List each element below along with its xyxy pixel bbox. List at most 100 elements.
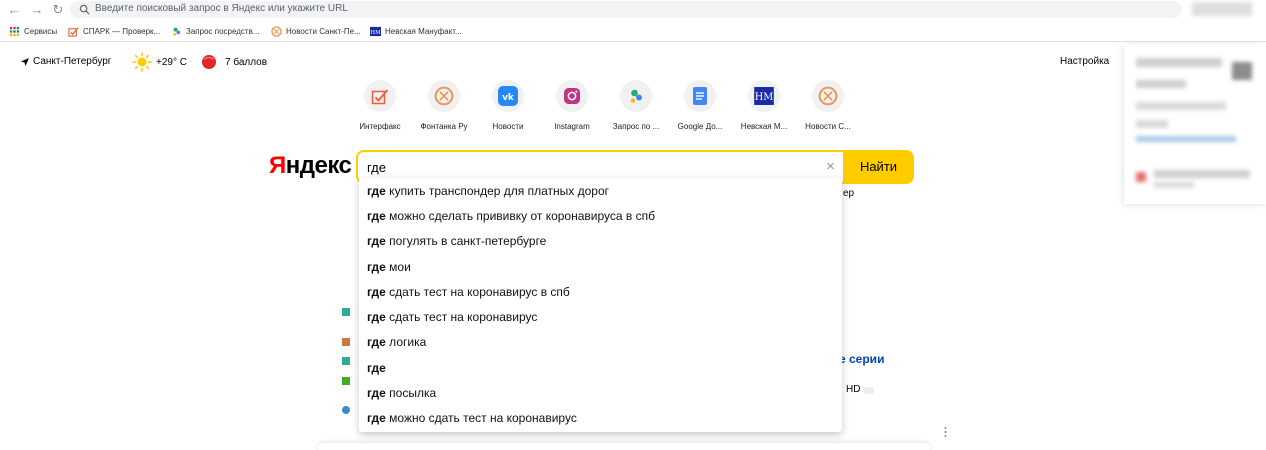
news-source-icon <box>342 308 350 316</box>
address-bar[interactable]: Введите поисковый запрос в Яндекс или ук… <box>70 1 1182 18</box>
traffic-score: 7 баллов <box>225 56 268 68</box>
yandex-logo[interactable]: Яндекс <box>269 152 352 180</box>
tile-label: Instagram <box>554 122 590 131</box>
tile-label: Новости С... <box>805 122 851 131</box>
address-bar-placeholder: Введите поисковый запрос в Яндекс или ук… <box>95 3 348 14</box>
suggestion-item[interactable]: где можно сделать прививку от коронавиру… <box>367 209 655 223</box>
tile-request[interactable]: Запрос по ... <box>604 80 668 131</box>
search-query: где <box>367 160 386 175</box>
fontanka-icon <box>818 86 838 106</box>
tile-label: Запрос по ... <box>612 122 660 131</box>
blurred-content <box>1136 120 1168 128</box>
bookmark-nevskaya[interactable]: НМ Невская Мануфакт... <box>370 24 462 38</box>
logo-first-letter: Я <box>269 152 286 179</box>
suggestion-item[interactable]: где мои <box>367 260 411 274</box>
bookmark-label: Новости Санкт-Пе... <box>286 26 361 36</box>
bookmark-request[interactable]: Запрос посредств... <box>171 24 260 38</box>
background-tv-fragment: HD <box>846 384 861 395</box>
svg-text:vk: vk <box>502 93 515 103</box>
tile-label: Интерфакс <box>359 122 401 131</box>
blurred-icon <box>1136 172 1146 182</box>
browser-toolbar: ← → ↻ Введите поисковый запрос в Яндекс … <box>0 0 1266 19</box>
leaf-icon <box>630 89 642 103</box>
profile-avatar[interactable] <box>1192 2 1252 16</box>
bookmarks-bar: Сервисы СПАРК — Проверк... Запрос посред… <box>0 19 1266 42</box>
bookmark-label: Невская Мануфакт... <box>385 26 462 36</box>
weather-temperature: +29° С <box>156 56 187 68</box>
home-header: Санкт-Петербург +29° С 7 баллов Настройк… <box>0 52 1120 72</box>
suggestion-item[interactable]: где сдать тест на коронавирус в спб <box>367 285 570 299</box>
tile-label: Новости <box>492 122 524 131</box>
search-button[interactable]: Найти <box>843 150 914 184</box>
avatar[interactable] <box>1232 62 1252 80</box>
bookmark-label: Сервисы <box>24 26 58 36</box>
news-source-icon <box>342 338 350 346</box>
vk-icon: vk <box>498 86 518 106</box>
news-source-icon <box>342 377 350 385</box>
interfax-icon <box>371 89 389 105</box>
tile-news-spb[interactable]: Новости С... <box>796 80 860 131</box>
nm-logo-icon: НМ <box>754 87 774 105</box>
leaf-icon <box>173 27 181 36</box>
tile-instagram[interactable]: Instagram <box>540 80 604 131</box>
instagram-icon <box>564 88 580 104</box>
more-vertical-icon[interactable] <box>944 425 947 437</box>
city-name: Санкт-Петербург <box>33 56 112 67</box>
forward-arrow-icon[interactable]: → <box>29 2 45 18</box>
background-news-link-fragment[interactable]: е серии <box>839 352 884 366</box>
location-arrow-icon <box>21 57 29 66</box>
account-panel <box>1124 44 1266 204</box>
tile-interfax[interactable]: Интерфакс <box>348 80 412 131</box>
tile-vk-news[interactable]: vk Новости <box>476 80 540 131</box>
tile-google-docs[interactable]: Google До... <box>668 80 732 131</box>
suggestion-item[interactable]: где посылка <box>367 386 436 400</box>
weather-widget[interactable]: +29° С <box>132 52 187 72</box>
age-badge <box>863 387 874 394</box>
search-suggestions: где купить транспондер для платных дорог… <box>359 178 842 432</box>
apps-grid-icon <box>9 26 20 36</box>
suggestion-item[interactable]: где можно сдать тест на коронавирус <box>367 411 577 425</box>
blurred-content <box>1154 182 1194 188</box>
blurred-link[interactable] <box>1136 136 1236 142</box>
traffic-widget[interactable]: 7 баллов <box>201 54 267 70</box>
suggestion-item[interactable]: где логика <box>367 335 426 349</box>
traffic-jam-icon <box>202 55 216 69</box>
svg-text:НМ: НМ <box>755 92 774 103</box>
nm-logo-icon: НМ <box>370 26 381 36</box>
sun-icon <box>132 52 152 72</box>
tile-fontanka[interactable]: Фонтанка Ру <box>412 80 476 131</box>
geo-location[interactable]: Санкт-Петербург <box>20 56 111 67</box>
blurred-content <box>1154 170 1250 178</box>
quick-access-tiles: Интерфакс Фонтанка Ру vk Новости Instagr… <box>348 80 851 135</box>
news-source-icon <box>342 406 350 414</box>
logo-rest: ндекс <box>285 152 352 179</box>
suggestion-item[interactable]: где погулять в санкт-петербурге <box>367 234 546 248</box>
bookmark-spark[interactable]: СПАРК — Проверк... <box>68 24 160 38</box>
settings-link[interactable]: Настройка <box>1060 56 1109 67</box>
content-card <box>318 443 930 450</box>
tile-nevskaya[interactable]: НМ Невская М... <box>732 80 796 131</box>
bookmark-news-spb[interactable]: Новости Санкт-Пе... <box>271 24 361 38</box>
background-link-fragment: ер <box>843 188 855 199</box>
close-icon[interactable]: × <box>826 158 835 176</box>
spark-checkmark-icon <box>68 26 79 37</box>
back-arrow-icon[interactable]: ← <box>6 2 22 18</box>
blurred-content <box>1136 58 1222 67</box>
reload-icon[interactable]: ↻ <box>50 2 66 18</box>
news-source-icon <box>342 357 350 365</box>
suggestion-item[interactable]: где <box>367 361 386 375</box>
blurred-content <box>1136 80 1186 88</box>
svg-text:НМ: НМ <box>370 29 381 35</box>
suggestion-item[interactable]: где сдать тест на коронавирус <box>367 310 537 324</box>
fontanka-icon <box>434 86 454 106</box>
suggestion-item[interactable]: где купить транспондер для платных дорог <box>367 184 609 198</box>
tile-label: Невская М... <box>740 122 788 131</box>
bookmark-services[interactable]: Сервисы <box>9 24 57 38</box>
bookmark-label: СПАРК — Проверк... <box>83 26 161 36</box>
bookmark-label: Запрос посредств... <box>186 26 260 36</box>
tile-label: Google До... <box>677 122 723 131</box>
tile-label: Фонтанка Ру <box>420 122 468 131</box>
google-docs-icon <box>693 87 707 105</box>
blurred-content <box>1136 102 1226 110</box>
fontanka-icon <box>271 25 282 37</box>
